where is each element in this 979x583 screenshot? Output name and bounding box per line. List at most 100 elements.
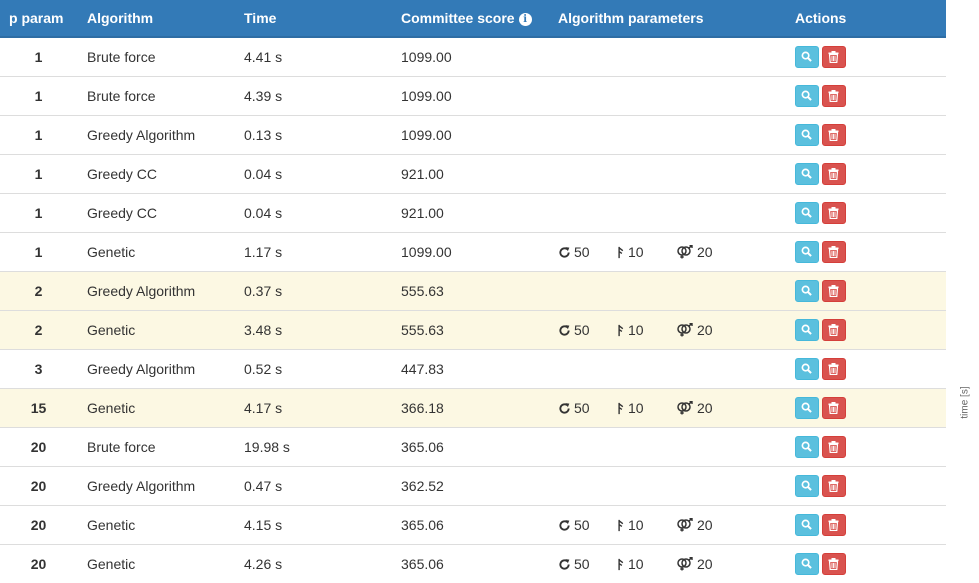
delete-button[interactable] [822, 202, 846, 224]
genders-icon [676, 401, 694, 415]
view-button[interactable] [795, 241, 819, 263]
header-actions: Actions [785, 0, 946, 37]
algorithm-parameters: 501020 [558, 400, 785, 416]
cell-actions [785, 233, 946, 272]
search-icon [801, 324, 812, 335]
view-button[interactable] [795, 163, 819, 185]
cell-algorithm: Genetic [77, 311, 234, 350]
cell-committee-score: 555.63 [391, 272, 548, 311]
table-row: 20Genetic4.26 s365.06501020 [0, 545, 946, 583]
view-button[interactable] [795, 319, 819, 341]
delete-button[interactable] [822, 358, 846, 380]
header-algorithm[interactable]: Algorithm [77, 0, 234, 37]
info-icon[interactable]: i [519, 13, 532, 26]
cell-committee-score: 447.83 [391, 350, 548, 389]
cell-time: 0.04 s [234, 155, 391, 194]
cell-algorithm-parameters: 501020 [548, 311, 785, 350]
cell-algorithm: Greedy CC [77, 194, 234, 233]
search-icon [801, 480, 812, 491]
param-generations: 50 [558, 556, 616, 572]
header-committee-score[interactable]: Committee scorei [391, 0, 548, 37]
genders-icon [676, 323, 694, 337]
param-population: 20 [676, 556, 736, 572]
trash-icon [828, 558, 839, 570]
delete-button[interactable] [822, 397, 846, 419]
view-button[interactable] [795, 436, 819, 458]
param-generations: 50 [558, 322, 616, 338]
view-button[interactable] [795, 514, 819, 536]
mutation-icon [616, 402, 625, 415]
cell-time: 0.52 s [234, 350, 391, 389]
delete-button[interactable] [822, 46, 846, 68]
cell-p-param: 2 [0, 311, 77, 350]
param-generations-value: 50 [574, 517, 590, 533]
header-algorithm-parameters: Algorithm parameters [548, 0, 785, 37]
mutation-icon [616, 324, 625, 337]
delete-button[interactable] [822, 319, 846, 341]
table-row: 1Greedy CC0.04 s921.00 [0, 155, 946, 194]
delete-button[interactable] [822, 553, 846, 575]
cell-actions [785, 350, 946, 389]
view-button[interactable] [795, 85, 819, 107]
cell-committee-score: 1099.00 [391, 116, 548, 155]
trash-icon [828, 129, 839, 141]
param-population-value: 20 [697, 556, 713, 572]
view-button[interactable] [795, 553, 819, 575]
cell-actions [785, 272, 946, 311]
trash-icon [828, 246, 839, 258]
delete-button[interactable] [822, 475, 846, 497]
cell-time: 0.47 s [234, 467, 391, 506]
search-icon [801, 90, 812, 101]
cell-actions [785, 467, 946, 506]
delete-button[interactable] [822, 514, 846, 536]
cell-algorithm-parameters [548, 428, 785, 467]
cell-actions [785, 194, 946, 233]
view-button[interactable] [795, 202, 819, 224]
delete-button[interactable] [822, 241, 846, 263]
param-population-value: 20 [697, 400, 713, 416]
search-icon [801, 207, 812, 218]
param-mutation: 10 [616, 517, 676, 533]
delete-button[interactable] [822, 280, 846, 302]
view-button[interactable] [795, 475, 819, 497]
delete-button[interactable] [822, 163, 846, 185]
algorithm-parameters: 50 10 20 [558, 517, 785, 533]
cell-algorithm-parameters [548, 350, 785, 389]
results-table: p param Algorithm Time Committee scorei … [0, 0, 946, 583]
view-button[interactable] [795, 46, 819, 68]
param-population: 20 [676, 322, 736, 338]
delete-button[interactable] [822, 124, 846, 146]
delete-button[interactable] [822, 85, 846, 107]
trash-icon [828, 51, 839, 63]
cell-actions [785, 545, 946, 583]
cell-committee-score: 555.63 [391, 311, 548, 350]
table-row: 20Brute force19.98 s365.06 [0, 428, 946, 467]
trash-icon [828, 402, 839, 414]
cell-algorithm: Greedy Algorithm [77, 467, 234, 506]
cell-time: 0.04 s [234, 194, 391, 233]
param-generations: 50 [558, 244, 616, 260]
cell-actions [785, 506, 946, 545]
cell-committee-score: 365.06 [391, 545, 548, 583]
delete-button[interactable] [822, 436, 846, 458]
cell-p-param: 1 [0, 233, 77, 272]
trash-icon [828, 207, 839, 219]
header-time[interactable]: Time [234, 0, 391, 37]
header-p-param[interactable]: p param [0, 0, 77, 37]
view-button[interactable] [795, 397, 819, 419]
param-population-value: 20 [697, 322, 713, 338]
view-button[interactable] [795, 358, 819, 380]
cell-algorithm-parameters: 501020 [548, 545, 785, 583]
trash-icon [828, 324, 839, 336]
param-generations-value: 50 [574, 400, 590, 416]
table-row: 15Genetic4.17 s366.18501020 [0, 389, 946, 428]
search-icon [801, 246, 812, 257]
param-population-value: 20 [697, 517, 713, 533]
trash-icon [828, 519, 839, 531]
table-row: 20Greedy Algorithm0.47 s362.52 [0, 467, 946, 506]
view-button[interactable] [795, 280, 819, 302]
search-icon [801, 285, 812, 296]
cell-time: 4.17 s [234, 389, 391, 428]
view-button[interactable] [795, 124, 819, 146]
cell-committee-score: 1099.00 [391, 77, 548, 116]
